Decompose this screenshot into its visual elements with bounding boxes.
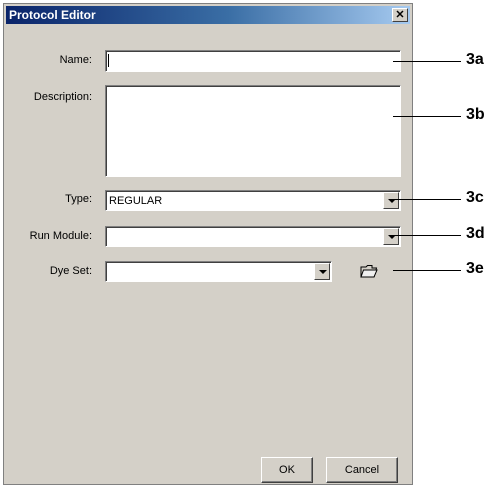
callout-label-3a: 3a <box>466 51 484 68</box>
description-textarea[interactable] <box>105 85 401 177</box>
dye-set-select[interactable] <box>105 261 332 282</box>
close-button[interactable]: ✕ <box>392 8 408 22</box>
callout-label-3c: 3c <box>466 189 484 206</box>
callout-line-3e <box>393 270 461 271</box>
type-label: Type: <box>65 193 92 205</box>
type-dropdown-button[interactable] <box>383 192 399 209</box>
ok-button[interactable]: OK <box>261 457 313 483</box>
chevron-down-icon <box>319 270 327 274</box>
text-caret <box>108 54 109 67</box>
folder-open-icon[interactable] <box>360 264 378 278</box>
type-value: REGULAR <box>109 195 163 207</box>
title-bar[interactable]: Protocol Editor ✕ <box>6 6 410 24</box>
protocol-editor-dialog: Protocol Editor ✕ Name: Description: Typ… <box>3 3 413 485</box>
callout-line-3a <box>393 61 461 62</box>
description-label: Description: <box>33 91 92 103</box>
callout-label-3d: 3d <box>466 225 485 242</box>
window-title: Protocol Editor <box>9 8 96 22</box>
run-module-select[interactable] <box>105 226 401 247</box>
callout-line-3c <box>393 199 461 200</box>
name-label: Name: <box>59 54 92 66</box>
run-module-dropdown-button[interactable] <box>383 228 399 245</box>
name-input[interactable] <box>105 50 401 72</box>
run-module-label: Run Module: <box>29 230 92 242</box>
callout-line-3b <box>393 116 461 117</box>
callout-line-3d <box>393 235 461 236</box>
callout-label-3b: 3b <box>466 106 485 123</box>
cancel-button[interactable]: Cancel <box>326 457 398 483</box>
close-icon: ✕ <box>395 9 405 21</box>
type-select[interactable]: REGULAR <box>105 190 401 211</box>
dye-set-label: Dye Set: <box>49 265 92 277</box>
callout-label-3e: 3e <box>466 260 484 277</box>
dye-set-dropdown-button[interactable] <box>314 263 330 280</box>
